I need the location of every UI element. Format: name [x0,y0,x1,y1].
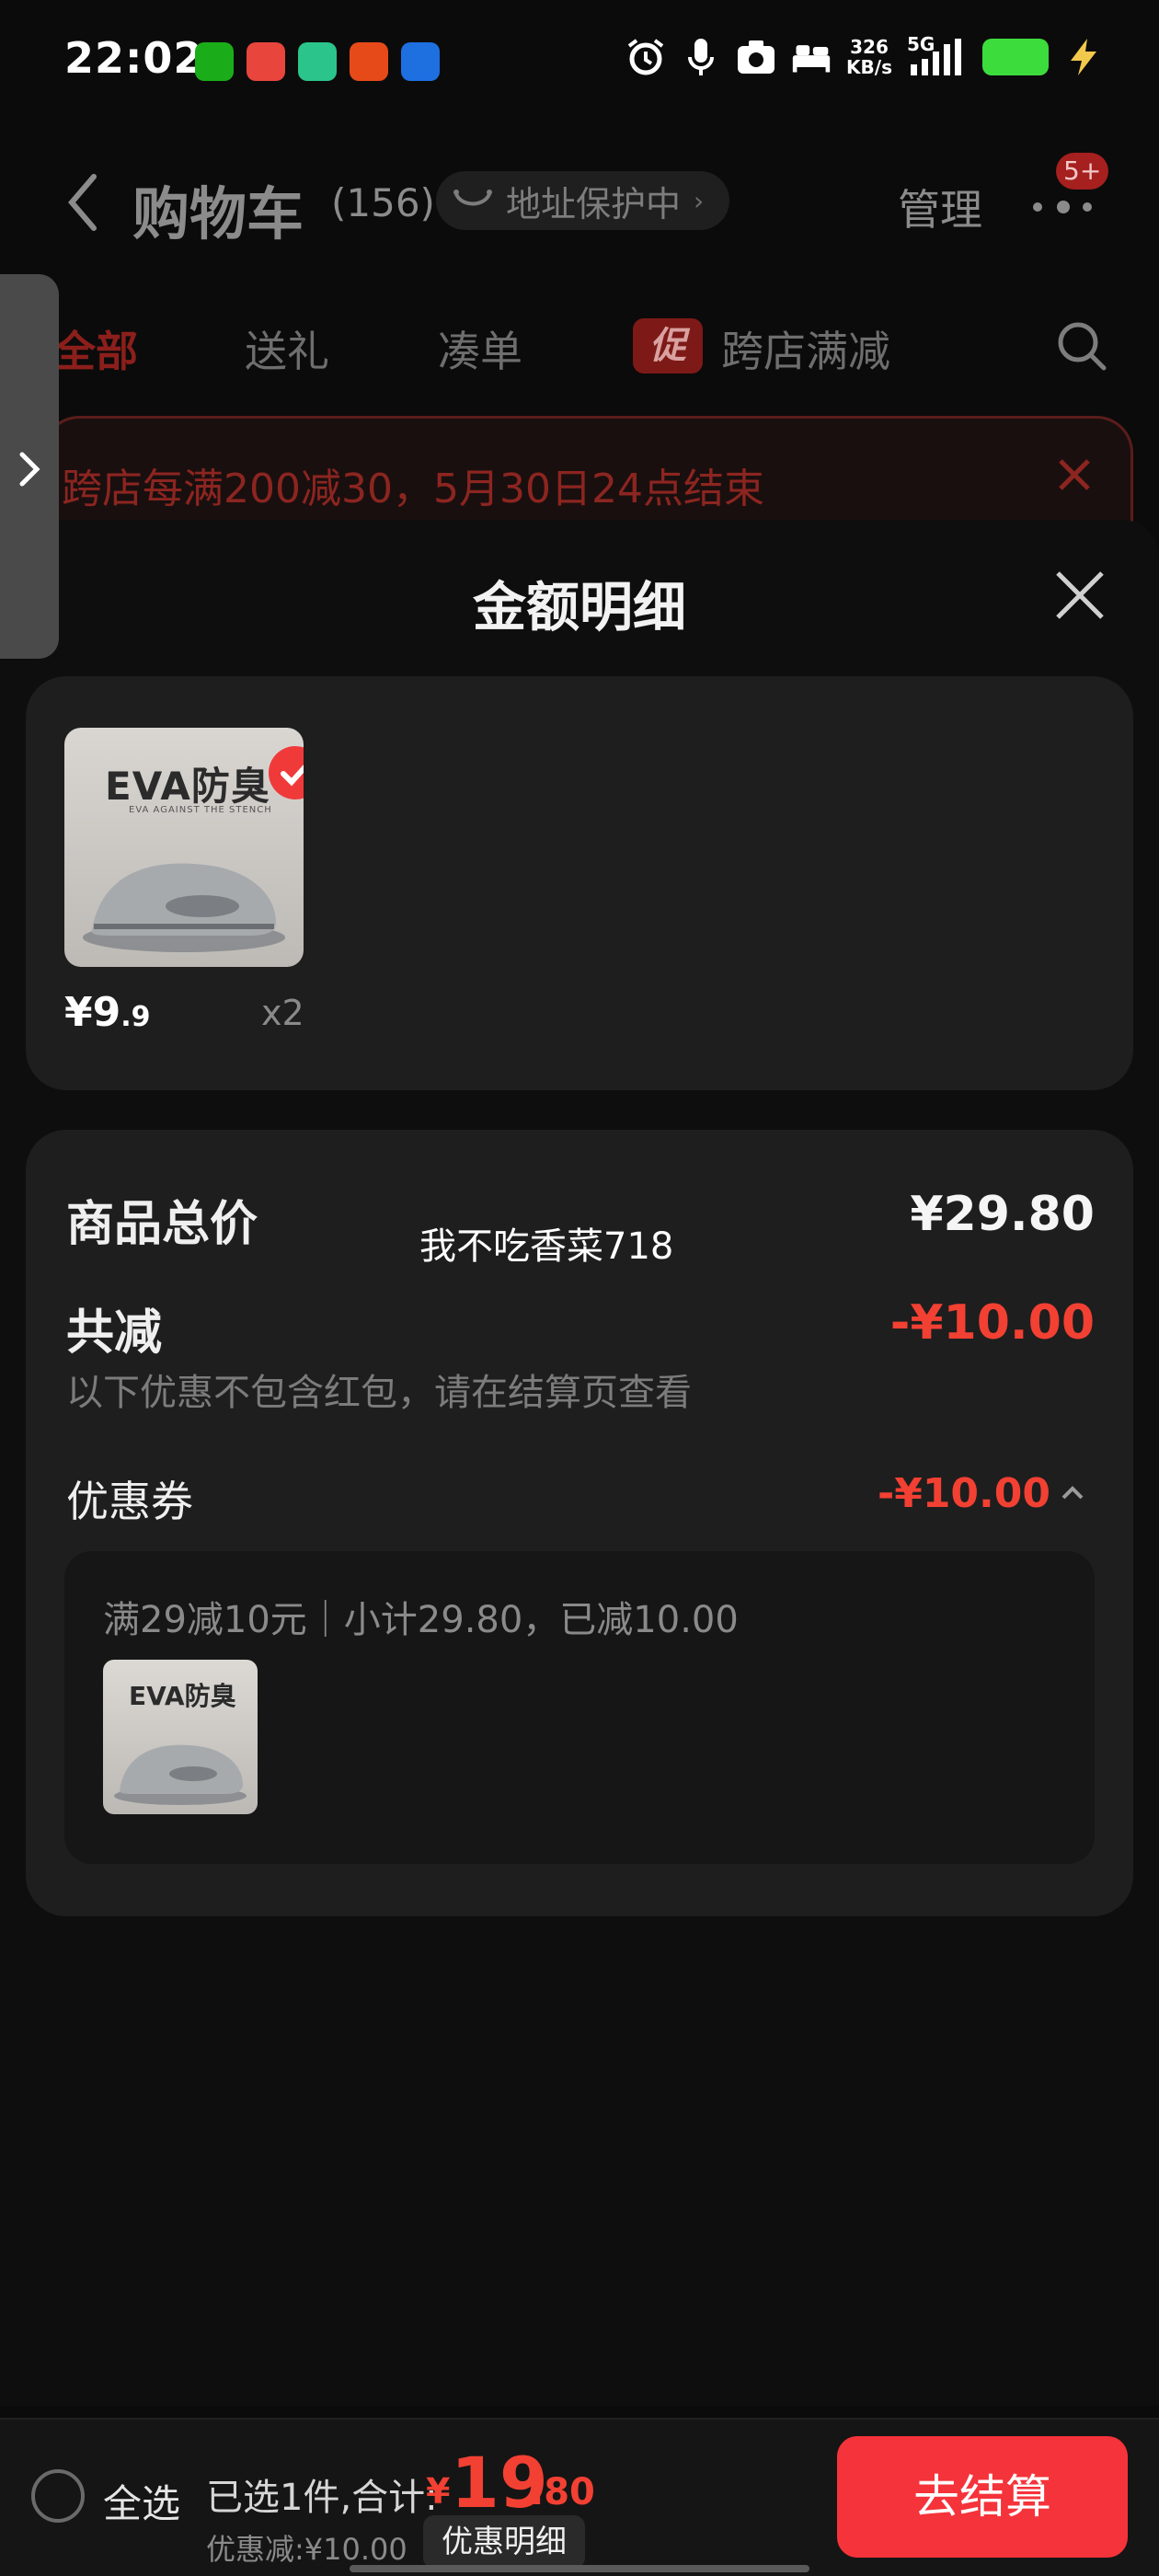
item-price-decimal: .9 [120,1001,151,1033]
coupon-detail-box: 满29减10元｜小计29.80，已减10.00 EVA防臭 [64,1551,1095,1864]
search-icon [1058,322,1107,371]
close-icon [1056,571,1104,619]
manage-button[interactable]: 管理 [898,177,982,237]
slipper-image [114,1744,247,1805]
item-quantity: x2 [261,993,304,1033]
cart-header: 购物车 (156) 地址保护中 › 管理 5+ [0,129,1159,276]
select-all-checkbox[interactable] [31,2469,85,2523]
total-currency: ¥ [426,2471,451,2512]
app-icon-green [298,42,337,81]
checkout-button[interactable]: 去结算 [837,2436,1128,2558]
smile-icon [453,190,492,206]
promo-banner: 跨店每满200减30，5月30日24点结束 [42,416,1133,535]
more-button[interactable] [1027,193,1100,221]
item-price: ¥9.9 [64,989,151,1036]
tab-gift[interactable]: 送礼 [245,318,329,379]
search-button[interactable] [1052,316,1111,375]
discount-summary: 优惠减:¥10.00 [206,2532,407,2567]
message-badge: 5+ [1056,153,1109,190]
chevron-right-icon: › [694,185,705,216]
cart-count: (156) [331,180,435,225]
sheet-title: 金额明细 [472,576,686,638]
filter-tabs: 全部 送礼 凑单 促 跨店满减 [0,294,1159,396]
thumb-brand-text: EVA防臭 [105,764,270,809]
app-icon-orange [350,42,388,81]
side-drawer-handle[interactable] [0,274,59,659]
promo-banner-text: 跨店每满200减30，5月30日24点结束 [62,466,764,512]
selected-summary: 已选1件,合计: [206,2477,438,2519]
mic-icon [681,37,721,77]
chevron-right-icon [19,452,40,487]
coupon-thumb-brand: EVA防臭 [129,1681,236,1711]
total-amount-decimal: .80 [530,2471,595,2513]
tab-bundle[interactable]: 凑单 [438,318,522,379]
back-arrow-icon [68,174,97,231]
charging-icon [1063,37,1104,77]
battery-icon [982,39,1049,75]
more-dots-icon [1033,201,1092,213]
amount-detail-sheet: 金额明细 EVA防臭 EVA AGAINST THE STENCH ¥9.9 x… [0,520,1159,2406]
address-protection-label: 地址保护中 [506,183,682,224]
signal-label: 5G [907,33,935,55]
total-reduction-label: 共减 [66,1305,163,1361]
net-speed-value: 326 [850,36,889,58]
chevron-up-icon[interactable] [1060,1483,1085,1501]
wechat-icon [195,42,234,81]
back-button[interactable] [57,166,112,239]
status-time: 22:02 [64,33,204,83]
home-indicator[interactable] [350,2565,809,2572]
discount-detail-toggle[interactable]: 优惠明细 [423,2515,585,2569]
close-icon [1059,459,1090,490]
selected-check-icon [269,746,304,799]
item-price-main: ¥9 [64,989,121,1036]
coupon-product-thumbnail: EVA防臭 [103,1660,258,1814]
coupon-label: 优惠券 [66,1477,193,1526]
app-icon-blue [401,42,440,81]
camera-icon [736,37,776,77]
net-speed: 326 KB/s [846,37,892,77]
coupon-value[interactable]: -¥10.00 [878,1470,1050,1517]
address-protection-pill[interactable]: 地址保护中 › [436,171,730,230]
tab-all[interactable]: 全部 [53,318,138,379]
product-thumbnail[interactable]: EVA防臭 EVA AGAINST THE STENCH [64,728,304,967]
bed-icon [791,37,832,77]
thumb-sub-text: EVA AGAINST THE STENCH [129,805,272,815]
total-reduction-value: -¥10.00 [889,1295,1095,1351]
status-bar: 22:02 326 KB/s 5G [0,0,1159,124]
slipper-image [83,863,285,952]
total-price-value: ¥29.80 [910,1187,1095,1242]
total-price-label: 商品总价 [66,1197,258,1252]
tab-cross-store-discount[interactable]: 跨店满减 [721,318,890,379]
select-all-label[interactable]: 全选 [103,2473,180,2529]
promo-tag-icon: 促 [633,318,703,374]
alarm-icon [625,37,666,77]
promo-close-button[interactable] [1053,454,1096,496]
net-speed-unit: KB/s [846,56,892,78]
notification-icons [195,42,440,81]
app-icon-red [247,42,285,81]
reduction-hint: 以下优惠不包含红包，请在结算页查看 [66,1372,692,1414]
coupon-description: 满29减10元｜小计29.80，已减10.00 [103,1599,739,1641]
watermark-username: 我不吃香菜718 [419,1225,674,1268]
page-title: 购物车 [132,180,304,247]
checkout-bar: 全选 已选1件,合计: ¥ 19 .80 优惠减:¥10.00 优惠明细 去结算 [0,2418,1159,2576]
system-status: 326 KB/s 5G [625,33,1104,77]
selected-items-card: EVA防臭 EVA AGAINST THE STENCH ¥9.9 x2 [26,676,1133,1090]
signal-icon: 5G [907,33,968,77]
sheet-close-button[interactable] [1052,568,1107,623]
